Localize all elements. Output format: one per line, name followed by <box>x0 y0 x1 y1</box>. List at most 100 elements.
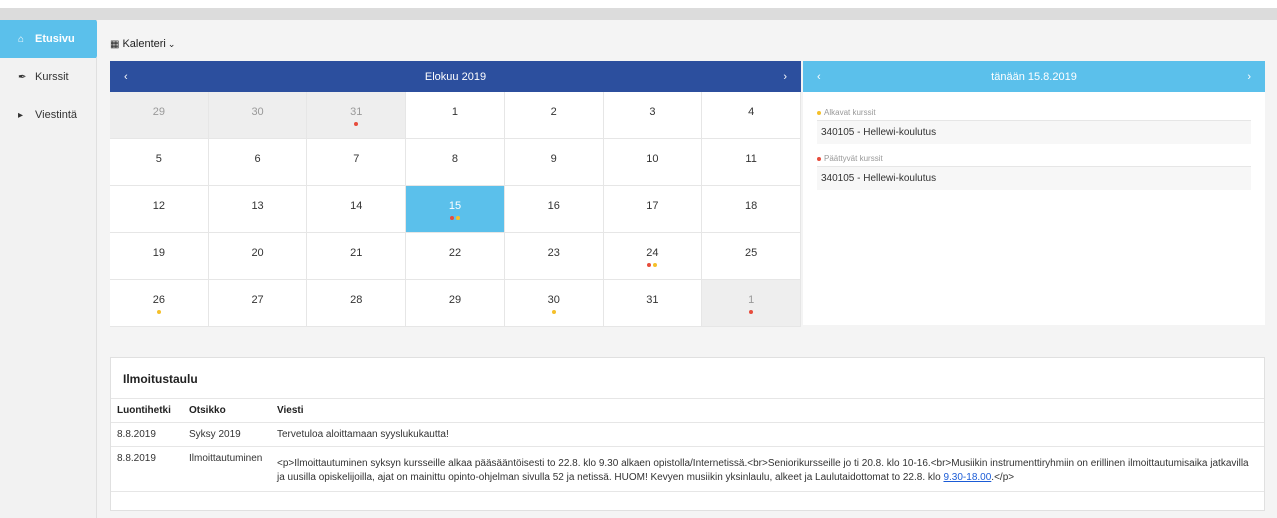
calendar-day-cell[interactable]: 26 <box>110 280 209 327</box>
calendar-day-cell[interactable]: 30 <box>208 92 308 139</box>
day-number: 15 <box>448 200 462 212</box>
day-number: 16 <box>547 200 560 212</box>
sidebar-item-viestinta[interactable]: ▸ Viestintä <box>0 96 96 134</box>
starting-courses-text: Alkavat kurssit <box>824 108 876 117</box>
next-day-button[interactable]: › <box>1247 71 1251 83</box>
calendar-day-cell[interactable]: 15 <box>406 186 505 233</box>
day-number: 11 <box>745 153 757 165</box>
calendar-day-cell[interactable]: 7 <box>307 139 407 186</box>
day-number: 29 <box>152 106 165 118</box>
calendar-menu[interactable]: ▦ Kalenteri ⌄ <box>110 38 175 50</box>
event-dots <box>551 310 556 314</box>
notice-board: Ilmoitustaulu Luontihetki Otsikko Viesti… <box>110 357 1265 511</box>
event-dot-icon <box>449 216 454 220</box>
column-header-title: Otsikko <box>183 399 271 423</box>
row-title: Ilmoittautuminen <box>183 446 271 492</box>
day-number: 13 <box>251 200 264 212</box>
calendar-day-cell[interactable]: 1 <box>702 280 801 327</box>
notice-table: Luontihetki Otsikko Viesti 8.8.2019 Syks… <box>111 399 1264 492</box>
day-number: 28 <box>350 294 363 306</box>
day-number: 19 <box>152 247 165 259</box>
day-number: 29 <box>448 294 462 306</box>
event-dot-icon <box>653 263 658 267</box>
day-number: 18 <box>745 200 758 212</box>
row-date: 8.8.2019 <box>111 422 183 447</box>
calendar-day-cell[interactable]: 24 <box>603 233 703 280</box>
red-dot-icon <box>817 156 821 161</box>
ending-courses-label: Päättyvät kurssit <box>817 154 1251 163</box>
calendar-day-cell[interactable]: 16 <box>504 186 604 233</box>
row-title: Syksy 2019 <box>183 422 271 447</box>
calendar-day-cell[interactable]: 11 <box>702 139 801 186</box>
calendar-day-cell[interactable]: 5 <box>110 139 209 186</box>
calendar-day-cell[interactable]: 23 <box>504 233 604 280</box>
calendar-day-cell[interactable]: 18 <box>702 186 801 233</box>
calendar-day-cell[interactable]: 29 <box>406 280 505 327</box>
calendar-day-cell[interactable]: 20 <box>208 233 308 280</box>
calendar-day-cell[interactable]: 29 <box>110 92 209 139</box>
sidebar-item-etusivu[interactable]: ⌂ Etusivu <box>0 20 106 58</box>
starting-courses-section: Alkavat kurssit 340105 - Hellewi-koulutu… <box>803 108 1265 144</box>
chevron-down-icon: ⌄ <box>167 38 176 49</box>
calendar-day-cell[interactable]: 22 <box>406 233 505 280</box>
calendar-day-cell[interactable]: 19 <box>110 233 209 280</box>
calendar-day-cell[interactable]: 12 <box>110 186 209 233</box>
calendar-day-cell[interactable]: 17 <box>603 186 703 233</box>
day-number: 14 <box>350 200 363 212</box>
calendar-day-cell[interactable]: 4 <box>702 92 801 139</box>
calendar-day-cell[interactable]: 8 <box>406 139 505 186</box>
calendar-day-cell[interactable]: 10 <box>603 139 703 186</box>
day-number: 27 <box>251 294 264 306</box>
calendar-day-cell[interactable]: 14 <box>307 186 407 233</box>
time-link[interactable]: 9.30-18.00 <box>943 472 991 483</box>
table-row: 8.8.2019 Ilmoittautuminen <p>Ilmoittautu… <box>111 446 1264 492</box>
event-dot-icon <box>156 310 161 314</box>
bullhorn-icon: ▸ <box>18 109 24 121</box>
day-number: 1 <box>451 106 459 118</box>
day-number: 21 <box>350 247 363 259</box>
event-dots <box>647 263 658 267</box>
day-number: 24 <box>646 247 659 259</box>
day-number: 20 <box>251 247 264 259</box>
calendar-day-cell[interactable]: 28 <box>307 280 407 327</box>
day-number: 4 <box>748 106 755 118</box>
calendar-day-cell[interactable]: 6 <box>208 139 308 186</box>
event-dots <box>156 310 161 314</box>
calendar-day-cell[interactable]: 25 <box>702 233 801 280</box>
column-header-date: Luontihetki <box>111 399 183 423</box>
top-strip <box>0 8 1277 20</box>
calendar-day-cell[interactable]: 31 <box>603 280 703 327</box>
day-number: 23 <box>547 247 560 259</box>
event-dot-icon <box>749 310 754 314</box>
calendar-day-cell[interactable]: 3 <box>603 92 703 139</box>
sidebar-item-label: Viestintä <box>35 109 77 121</box>
calendar-day-cell[interactable]: 31 <box>307 92 407 139</box>
ending-course-item[interactable]: 340105 - Hellewi-koulutus <box>817 166 1251 190</box>
next-month-button[interactable]: › <box>783 71 787 83</box>
calendar-header: ‹ Elokuu 2019 › <box>110 61 801 92</box>
calendar: ‹ Elokuu 2019 › 29 30 31 1 2 3 4 5 6 7 8 9 10 11 12 13 1… <box>110 61 801 327</box>
starting-course-item[interactable]: 340105 - Hellewi-koulutus <box>817 120 1251 144</box>
calendar-day-cell[interactable]: 13 <box>208 186 308 233</box>
calendar-day-cell[interactable]: 27 <box>208 280 308 327</box>
calendar-day-cell[interactable]: 21 <box>307 233 407 280</box>
brush-icon: ✒ <box>18 71 27 83</box>
prev-month-button[interactable]: ‹ <box>124 71 128 83</box>
calendar-day-cell[interactable]: 9 <box>504 139 604 186</box>
day-number: 30 <box>251 106 264 118</box>
calendar-icon: ▦ <box>110 38 120 50</box>
row-message: <p>Ilmoittautuminen syksyn kursseille al… <box>271 446 1264 492</box>
notice-board-title: Ilmoitustaulu <box>111 358 1264 399</box>
calendar-day-cell[interactable]: 1 <box>406 92 505 139</box>
sidebar-item-label: Etusivu <box>35 33 75 45</box>
day-panel-title: tänään 15.8.2019 <box>991 70 1077 83</box>
day-number: 9 <box>550 153 557 165</box>
column-header-message: Viesti <box>271 399 1264 423</box>
calendar-day-cell[interactable]: 2 <box>504 92 604 139</box>
row-date: 8.8.2019 <box>111 446 183 492</box>
prev-day-button[interactable]: ‹ <box>817 71 821 83</box>
sidebar-item-kurssit[interactable]: ✒ Kurssit <box>0 58 96 96</box>
table-row: 8.8.2019 Syksy 2019 Tervetuloa aloittama… <box>111 422 1264 447</box>
calendar-day-cell[interactable]: 30 <box>504 280 604 327</box>
event-dot-icon <box>647 263 652 267</box>
